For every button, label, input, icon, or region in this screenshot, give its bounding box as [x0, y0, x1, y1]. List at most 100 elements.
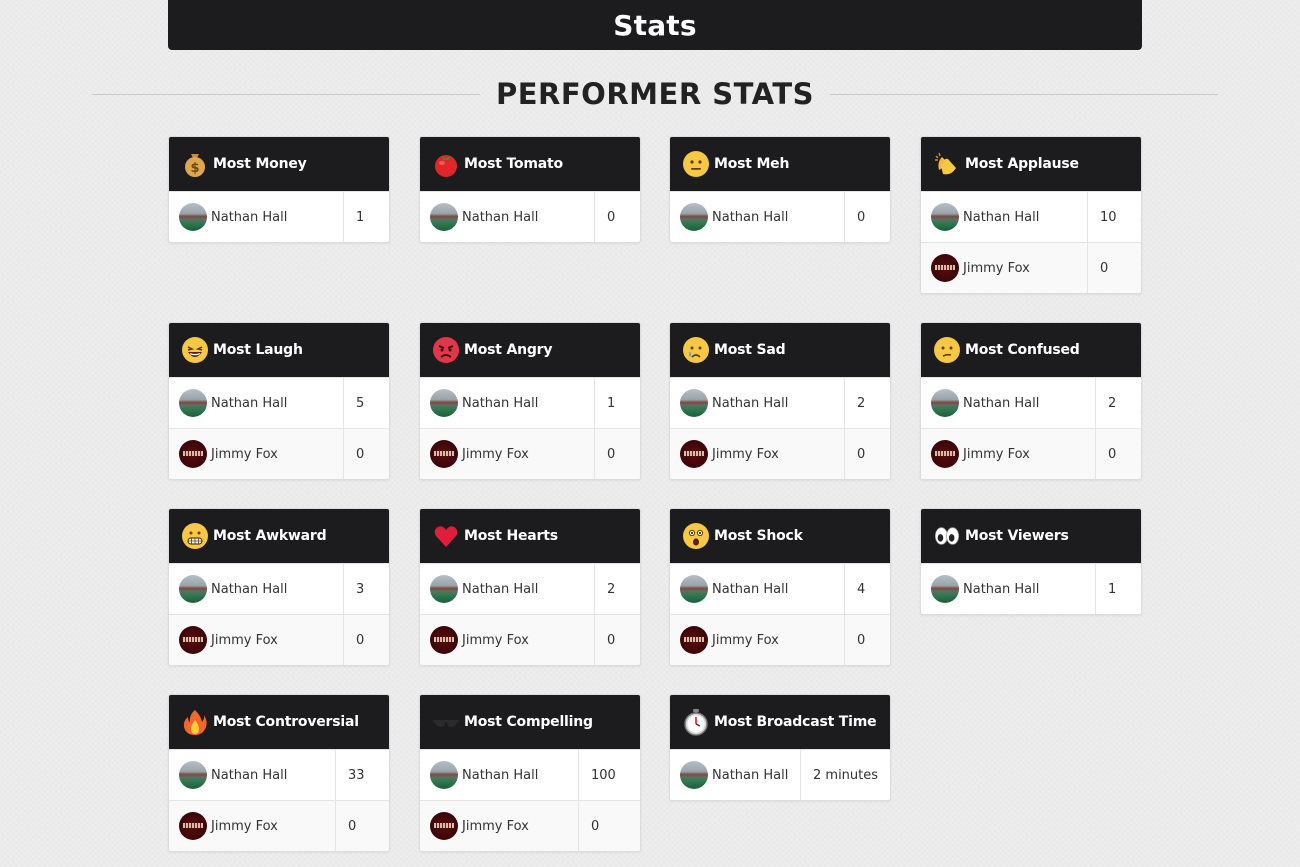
stat-value: 0 [348, 818, 357, 834]
performer-name[interactable]: Nathan Hall [963, 210, 1039, 225]
performer-name[interactable]: Jimmy Fox [462, 633, 529, 648]
performer-name[interactable]: Jimmy Fox [963, 447, 1030, 462]
confused-face-icon [933, 336, 961, 364]
performer-name[interactable]: Nathan Hall [211, 768, 287, 783]
neutral-face-icon [682, 150, 710, 178]
stat-card-most-applause: Most Applause Nathan Hall 10 Jimmy Fox 0 [920, 136, 1142, 294]
performer-name[interactable]: Jimmy Fox [462, 447, 529, 462]
avatar[interactable] [430, 626, 458, 654]
table-row[interactable]: Jimmy Fox 0 [670, 428, 890, 479]
card-header: Most Laugh [169, 323, 389, 377]
table-row[interactable]: Nathan Hall 1 [420, 377, 640, 428]
performer-cell: Jimmy Fox [169, 801, 336, 851]
avatar[interactable] [179, 203, 207, 231]
table-row[interactable]: Jimmy Fox 0 [670, 614, 890, 665]
avatar[interactable] [179, 575, 207, 603]
performer-name[interactable]: Nathan Hall [462, 768, 538, 783]
table-row[interactable]: Nathan Hall 100 [420, 749, 640, 800]
performer-name[interactable]: Jimmy Fox [963, 261, 1030, 276]
performer-name[interactable]: Jimmy Fox [712, 633, 779, 648]
table-row[interactable]: Nathan Hall 2 minutes [670, 749, 890, 800]
table-row[interactable]: Jimmy Fox 0 [169, 800, 389, 851]
avatar[interactable] [931, 575, 959, 603]
avatar[interactable] [179, 761, 207, 789]
performer-name[interactable]: Nathan Hall [462, 582, 538, 597]
performer-cell: Nathan Hall [420, 378, 595, 428]
performer-name[interactable]: Jimmy Fox [462, 819, 529, 834]
card-header: Most Meh [670, 137, 890, 191]
table-row[interactable]: Nathan Hall 33 [169, 749, 389, 800]
avatar[interactable] [430, 440, 458, 468]
performer-name[interactable]: Nathan Hall [963, 582, 1039, 597]
avatar[interactable] [179, 440, 207, 468]
performer-name[interactable]: Nathan Hall [963, 396, 1039, 411]
table-row[interactable]: Nathan Hall 1 [921, 563, 1141, 614]
table-row[interactable]: Jimmy Fox 0 [921, 242, 1141, 293]
avatar[interactable] [430, 389, 458, 417]
card-header: Most Angry [420, 323, 640, 377]
avatar[interactable] [179, 389, 207, 417]
avatar[interactable] [680, 203, 708, 231]
section-title: PERFORMER STATS [495, 77, 815, 111]
avatar[interactable] [430, 761, 458, 789]
avatar[interactable] [680, 626, 708, 654]
page-title: Stats [613, 8, 697, 42]
stat-value: 5 [356, 395, 365, 411]
avatar[interactable] [179, 626, 207, 654]
avatar[interactable] [430, 203, 458, 231]
sunglasses-icon [432, 708, 460, 736]
table-row[interactable]: Jimmy Fox 0 [420, 428, 640, 479]
card-title: Most Broadcast Time [714, 714, 877, 730]
shocked-face-icon [682, 522, 710, 550]
avatar[interactable] [179, 812, 207, 840]
avatar[interactable] [680, 440, 708, 468]
table-row[interactable]: Nathan Hall 10 [921, 191, 1141, 242]
avatar[interactable] [430, 812, 458, 840]
performer-name[interactable]: Nathan Hall [712, 396, 788, 411]
performer-name[interactable]: Jimmy Fox [712, 447, 779, 462]
table-row[interactable]: Nathan Hall 5 [169, 377, 389, 428]
table-row[interactable]: Nathan Hall 2 [670, 377, 890, 428]
performer-cell: Nathan Hall [921, 192, 1088, 242]
avatar[interactable] [931, 203, 959, 231]
table-row[interactable]: Nathan Hall 4 [670, 563, 890, 614]
performer-name[interactable]: Jimmy Fox [211, 819, 278, 834]
avatar[interactable] [430, 575, 458, 603]
stat-value: 0 [607, 632, 616, 648]
avatar[interactable] [931, 389, 959, 417]
performer-name[interactable]: Nathan Hall [712, 768, 788, 783]
table-row[interactable]: Nathan Hall 2 [420, 563, 640, 614]
performer-name[interactable]: Nathan Hall [211, 210, 287, 225]
avatar[interactable] [931, 254, 959, 282]
performer-name[interactable]: Nathan Hall [712, 210, 788, 225]
performer-name[interactable]: Jimmy Fox [211, 633, 278, 648]
eyes-icon [933, 522, 961, 550]
card-title: Most Money [213, 156, 307, 172]
divider-left [92, 93, 480, 95]
table-row[interactable]: Jimmy Fox 0 [169, 428, 389, 479]
table-row[interactable]: Jimmy Fox 0 [921, 428, 1141, 479]
performer-cell: Jimmy Fox [420, 801, 579, 851]
performer-name[interactable]: Nathan Hall [211, 582, 287, 597]
table-row[interactable]: Jimmy Fox 0 [420, 800, 640, 851]
table-row[interactable]: Jimmy Fox 0 [169, 614, 389, 665]
performer-cell: Nathan Hall [169, 378, 344, 428]
avatar[interactable] [931, 440, 959, 468]
table-row[interactable]: Nathan Hall 1 [169, 191, 389, 242]
avatar[interactable] [680, 761, 708, 789]
avatar[interactable] [680, 389, 708, 417]
stat-value: 0 [857, 632, 866, 648]
card-header: Most Broadcast Time [670, 695, 890, 749]
performer-name[interactable]: Nathan Hall [462, 210, 538, 225]
performer-cell: Nathan Hall [670, 192, 845, 242]
avatar[interactable] [680, 575, 708, 603]
table-row[interactable]: Nathan Hall 0 [670, 191, 890, 242]
performer-name[interactable]: Nathan Hall [712, 582, 788, 597]
performer-name[interactable]: Nathan Hall [462, 396, 538, 411]
table-row[interactable]: Nathan Hall 2 [921, 377, 1141, 428]
table-row[interactable]: Jimmy Fox 0 [420, 614, 640, 665]
performer-name[interactable]: Nathan Hall [211, 396, 287, 411]
table-row[interactable]: Nathan Hall 3 [169, 563, 389, 614]
performer-name[interactable]: Jimmy Fox [211, 447, 278, 462]
table-row[interactable]: Nathan Hall 0 [420, 191, 640, 242]
